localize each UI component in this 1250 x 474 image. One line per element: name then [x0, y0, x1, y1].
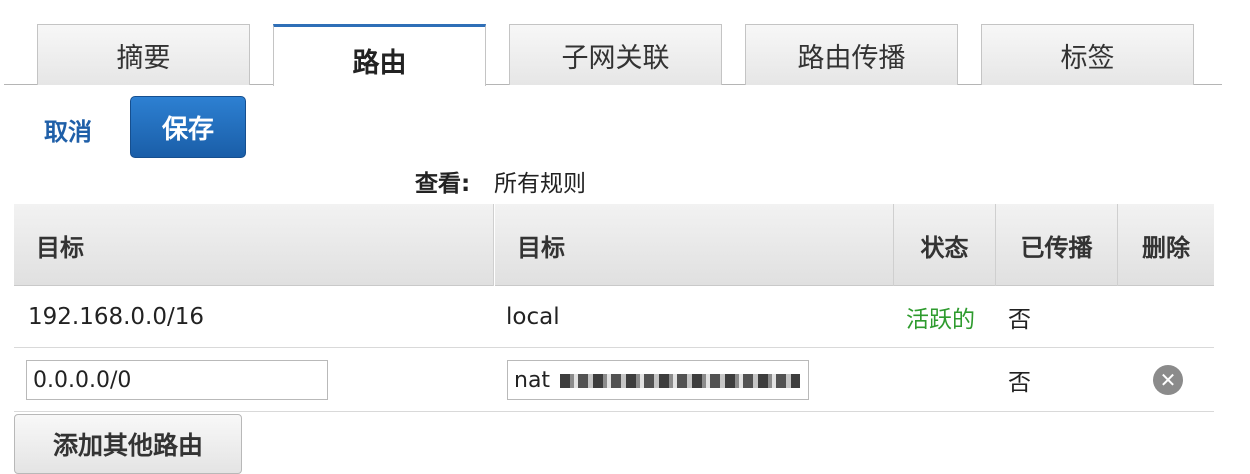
redacted-value: [560, 374, 800, 388]
table-header: 目标 目标 状态 已传播 删除: [14, 204, 1214, 286]
view-filter-select[interactable]: 所有规则: [494, 164, 586, 198]
table-row: nat 否 ✕: [14, 348, 1214, 412]
column-header-destination: 目标: [14, 204, 494, 286]
column-header-target: 目标: [494, 204, 894, 286]
tab-tags[interactable]: 标签: [981, 24, 1194, 85]
propagated-cell: 否: [1008, 307, 1031, 333]
column-header-propagated: 已传播: [996, 204, 1118, 286]
save-button[interactable]: 保存: [130, 96, 246, 158]
view-label: 查看:: [415, 171, 471, 197]
close-circle-icon[interactable]: ✕: [1153, 365, 1183, 395]
tab-summary[interactable]: 摘要: [37, 24, 250, 85]
tab-subnet-associations[interactable]: 子网关联: [509, 24, 722, 85]
routes-table: 目标 目标 状态 已传播 删除 192.168.0.0/16 local 活跃的…: [14, 204, 1214, 412]
add-route-button[interactable]: 添加其他路由: [14, 414, 242, 474]
table-row: 192.168.0.0/16 local 活跃的 否: [14, 286, 1214, 348]
status-badge: 活跃的: [906, 307, 975, 333]
column-header-status: 状态: [894, 204, 996, 286]
target-cell: local: [506, 304, 560, 330]
cancel-button[interactable]: 取消: [44, 112, 92, 147]
tab-route-propagation[interactable]: 路由传播: [745, 24, 958, 85]
target-input[interactable]: nat: [507, 360, 809, 400]
target-input-value: nat: [514, 367, 551, 393]
column-header-delete: 删除: [1142, 233, 1190, 262]
destination-cell: 192.168.0.0/16: [28, 304, 205, 330]
propagated-cell: 否: [1008, 370, 1031, 396]
destination-input[interactable]: [26, 360, 328, 400]
tab-routes[interactable]: 路由: [273, 24, 486, 86]
